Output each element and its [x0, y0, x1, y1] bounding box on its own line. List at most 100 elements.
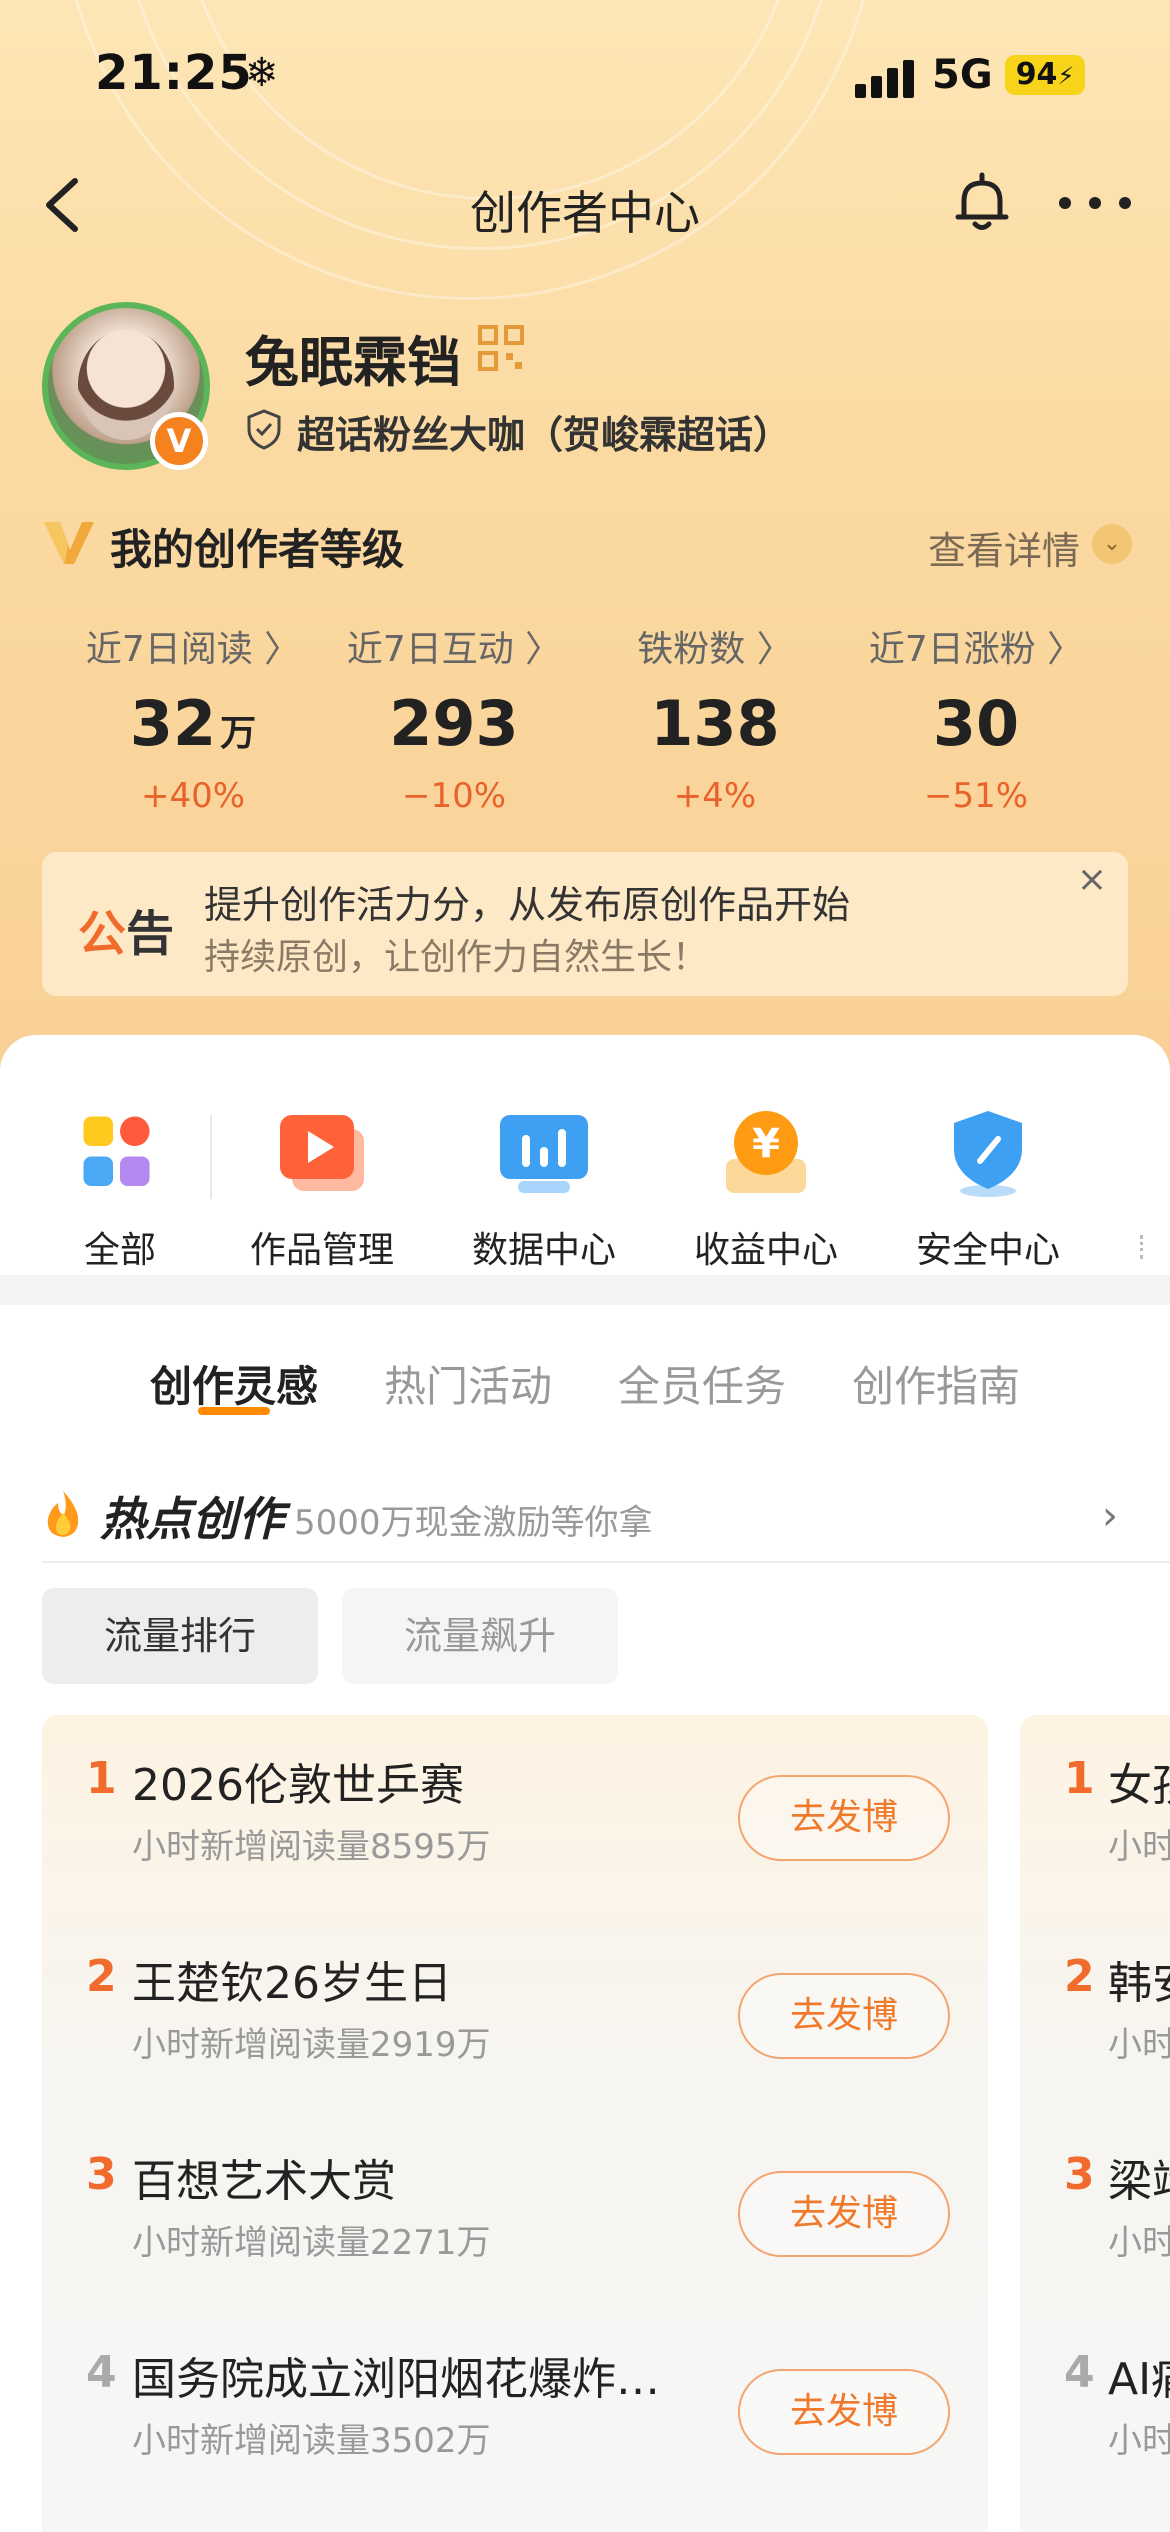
post-button[interactable]: 去发博 [738, 2171, 950, 2257]
rank-number: 2 [1064, 1951, 1095, 2002]
rank-title[interactable]: 国务院成立浏阳烟花爆炸… [132, 2343, 722, 2407]
stat-number: 30 [932, 687, 1020, 760]
rank-number: 4 [86, 2347, 117, 2398]
post-button[interactable]: 去发博 [738, 2369, 950, 2455]
announcement-banner[interactable]: 公告 提升创作活力分，从发布原创作品开始 持续原创，让创作力自然生长！ × [42, 852, 1128, 996]
nav-bar: 创作者中心 [0, 165, 1170, 245]
filter-traffic-rank[interactable]: 流量排行 [42, 1588, 318, 1684]
yen-icon: ¥ [726, 1111, 806, 1193]
shield-icon [954, 1111, 1022, 1197]
rank-number: 2 [86, 1951, 117, 2002]
rank-number: 1 [1064, 1753, 1095, 1804]
snowflake-icon: ❄ [245, 50, 279, 96]
rank-title[interactable]: 百想艺术大赏 [132, 2145, 722, 2209]
close-icon[interactable]: × [1072, 860, 1112, 900]
shield-outline-icon [247, 409, 281, 450]
username[interactable]: 兔眠霖铛 [245, 318, 461, 397]
stats-row: 近7日阅读 〉 32 万 +40% 近7日互动 〉 293 −10% 铁粉数 〉 … [0, 620, 1170, 820]
rank-number: 3 [86, 2149, 117, 2200]
rank-subtitle: 小时新增阅读量8595万 [132, 1827, 491, 1867]
active-tab-indicator [198, 1407, 270, 1415]
main-content: 全部 作品管理 数据中心 ¥ 收益中心 安全中心 创作灵感 热门活动 全员任务 … [0, 1035, 1170, 2532]
shortcut-earnings[interactable]: ¥ 收益中心 [666, 1065, 866, 1271]
chart-icon [500, 1115, 588, 1193]
announcement-tag-second: 告 [126, 906, 175, 962]
stat-interactions[interactable]: 近7日互动 〉 293 −10% [324, 620, 584, 816]
list-item: 3 梁靖 小时 [1020, 2111, 1170, 2301]
rank-number: 4 [1064, 2347, 1095, 2398]
shortcut-label: 收益中心 [693, 1230, 838, 1271]
hot-creation-subtitle: 5000万现金激励等你拿 [294, 1503, 653, 1543]
list-item: 3 百想艺术大赏 小时新增阅读量2271万 去发博 [42, 2111, 988, 2301]
announcement-subtitle: 持续原创，让创作力自然生长！ [204, 937, 709, 978]
shortcut-label: 作品管理 [249, 1230, 394, 1271]
creator-level-row: 我的创作者等级 查看详情 ⌄ [42, 510, 1132, 574]
post-button[interactable]: 去发博 [738, 1973, 950, 2059]
rank-subtitle: 小时 [1108, 2421, 1170, 2461]
rank-title[interactable]: 梁靖 [1108, 2145, 1170, 2209]
stat-label: 近7日涨粉 〉 [868, 629, 1084, 670]
hot-creation-header[interactable]: 热点创作 5000万现金激励等你拿 › [42, 1463, 1170, 1563]
tab-inspiration[interactable]: 创作灵感 [150, 1353, 318, 1414]
stat-value: 293 [324, 684, 584, 764]
list-item: 4 AI痛 小时 [1020, 2309, 1170, 2499]
verified-badge: V [150, 412, 208, 470]
shortcut-all[interactable]: 全部 [20, 1065, 220, 1271]
rank-title[interactable]: 王楚钦26岁生日 [132, 1947, 722, 2011]
rank-title[interactable]: 韩安 [1108, 1947, 1170, 2011]
filter-traffic-surge[interactable]: 流量飙升 [342, 1588, 618, 1684]
post-button[interactable]: 去发博 [738, 1775, 950, 1861]
shortcut-label: 安全中心 [915, 1230, 1060, 1271]
chevron-right-icon: › [1102, 1493, 1118, 1539]
stat-label: 近7日互动 〉 [346, 629, 562, 670]
level-title: 我的创作者等级 [110, 525, 405, 574]
grid-icon [83, 1116, 150, 1187]
rank-subtitle: 小时 [1108, 2223, 1170, 2263]
stat-iron-fans[interactable]: 铁粉数 〉 138 +4% [585, 620, 845, 816]
more-icon[interactable] [1055, 193, 1135, 213]
stat-new-fans[interactable]: 近7日涨粉 〉 30 −51% [846, 620, 1106, 816]
status-time: 21:25 [95, 45, 253, 101]
rank-subtitle: 小时 [1108, 1827, 1170, 1867]
bell-icon[interactable] [950, 171, 1014, 235]
divider [210, 1115, 212, 1199]
stat-number: 293 [389, 687, 519, 760]
rank-title[interactable]: 女孩 [1108, 1749, 1170, 1813]
stat-value: 138 [585, 684, 845, 764]
shortcut-label: 数据中心 [471, 1230, 616, 1271]
rank-number: 1 [86, 1753, 117, 1804]
shortcut-works[interactable]: 作品管理 [222, 1065, 422, 1271]
level-v-icon [44, 522, 94, 564]
stat-unit: 万 [220, 713, 257, 754]
announcement-tag: 公告 [78, 894, 174, 964]
tab-hot-events[interactable]: 热门活动 [384, 1353, 552, 1414]
rank-title[interactable]: 2026伦敦世乒赛 [132, 1749, 722, 1813]
list-item: 1 2026伦敦世乒赛 小时新增阅读量8595万 去发博 [42, 1715, 988, 1905]
tab-all-tasks[interactable]: 全员任务 [618, 1353, 786, 1414]
rank-subtitle: 小时 [1108, 2025, 1170, 2065]
qr-code-icon[interactable] [478, 325, 524, 371]
rank-card-next: 1 女孩 小时 2 韩安 小时 3 梁靖 小时 4 AI痛 小时 [1020, 1715, 1170, 2532]
stat-number: 138 [650, 687, 780, 760]
stat-value: 32 万 [63, 684, 323, 764]
stat-reads[interactable]: 近7日阅读 〉 32 万 +40% [63, 620, 323, 816]
status-bar: 21:25 ❄ 5G 94⚡ [0, 0, 1170, 150]
list-item: 1 女孩 小时 [1020, 1715, 1170, 1905]
play-icon [280, 1115, 364, 1191]
shortcut-security[interactable]: 安全中心 [888, 1065, 1088, 1271]
view-details-label: 查看详情 [927, 529, 1080, 573]
shortcut-row: 全部 作品管理 数据中心 ¥ 收益中心 安全中心 [0, 1065, 1170, 1271]
scroll-hint [1140, 1235, 1144, 1259]
section-separator [0, 1275, 1170, 1305]
shortcut-data[interactable]: 数据中心 [444, 1065, 644, 1271]
hot-creation-title: 热点创作 [100, 1492, 284, 1546]
tab-guide[interactable]: 创作指南 [852, 1353, 1020, 1414]
view-details-link[interactable]: 查看详情 ⌄ [892, 518, 1132, 573]
rank-title[interactable]: AI痛 [1108, 2343, 1170, 2407]
stat-change: +40% [140, 776, 246, 816]
flame-icon [47, 1491, 79, 1537]
network-type: 5G [932, 52, 993, 98]
rank-subtitle: 小时新增阅读量2271万 [132, 2223, 491, 2263]
chevron-down-icon: ⌄ [1092, 524, 1132, 564]
shortcut-label: 全部 [83, 1230, 156, 1271]
